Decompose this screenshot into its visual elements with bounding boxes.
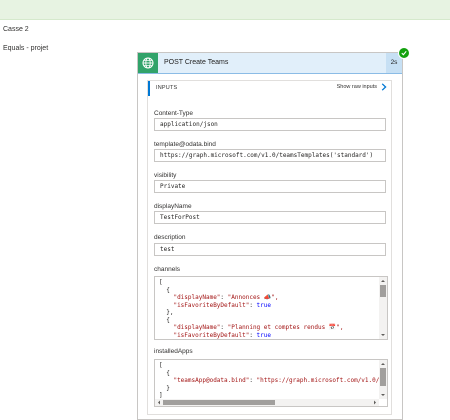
action-title: POST Create Teams — [164, 59, 229, 66]
visibility-field[interactable]: Private — [154, 180, 386, 193]
channels-json-field[interactable]: [ { "displayName": "Annonces 📣", "isFavo… — [154, 276, 388, 340]
json-line: }, — [159, 309, 174, 316]
case-label: Casse 2 — [3, 26, 29, 33]
template-odata-bind-label: template@odata.bind — [154, 141, 216, 148]
channels-label: channels — [154, 266, 181, 273]
scroll-up-arrow-icon[interactable] — [380, 361, 386, 367]
display-name-field[interactable]: TestForPost — [154, 211, 386, 224]
installed-apps-label: installedApps — [154, 348, 193, 355]
scroll-left-arrow-icon[interactable] — [156, 400, 162, 405]
installed-apps-json-field[interactable]: [ { "teamsApp@odata.bind": "https://grap… — [154, 359, 388, 407]
parent-scope-header[interactable] — [0, 0, 450, 20]
template-odata-bind-field[interactable]: https://graph.microsoft.com/v1.0/teamsTe… — [154, 149, 386, 162]
visibility-label: visibility — [154, 172, 177, 179]
scroll-down-arrow-icon[interactable] — [380, 332, 386, 338]
installed-apps-hscroll-thumb[interactable] — [163, 400, 275, 405]
scroll-right-arrow-icon[interactable] — [372, 400, 378, 405]
json-line: "teamsApp@odata.bind": "https://graph.mi… — [173, 377, 388, 384]
channels-scroll-thumb[interactable] — [380, 285, 386, 297]
scope-divider — [0, 19, 450, 20]
json-line: "displayName": "Planning et comptes rend… — [173, 324, 344, 331]
inputs-title: INPUTS — [156, 85, 178, 91]
json-line: "isFavoriteByDefault": true — [173, 301, 271, 309]
globe-icon — [142, 57, 154, 69]
content-type-label: Content-Type — [154, 110, 194, 117]
chevron-right-icon — [381, 83, 387, 91]
json-line: { — [159, 369, 170, 377]
json-line: [ — [159, 279, 163, 286]
action-header[interactable]: POST Create Teams 2s — [138, 53, 402, 74]
json-line: "displayName": "Annonces 📣", — [173, 294, 279, 301]
success-check-icon — [398, 47, 410, 59]
description-label: description — [154, 234, 186, 241]
condition-label: Equals - projet — [3, 45, 49, 52]
http-action-icon-box — [138, 53, 158, 73]
channels-vertical-scrollbar[interactable] — [379, 277, 387, 339]
scroll-up-arrow-icon[interactable] — [380, 278, 386, 284]
scroll-down-arrow-icon[interactable] — [380, 392, 386, 398]
installed-apps-horizontal-scrollbar[interactable] — [155, 399, 379, 406]
installed-apps-json-content: [ { "teamsApp@odata.bind": "https://grap… — [159, 362, 388, 400]
json-line: [ — [159, 362, 163, 369]
display-name-label: displayName — [154, 203, 192, 210]
json-line: { — [159, 286, 170, 294]
json-line: "isFavoriteByDefault": true — [173, 331, 271, 339]
description-field[interactable]: test — [154, 243, 386, 256]
show-raw-inputs-label: Show raw inputs — [336, 84, 377, 90]
show-raw-inputs-link[interactable]: Show raw inputs — [337, 83, 387, 91]
content-type-field[interactable]: application/json — [154, 118, 386, 131]
channels-json-content: [ { "displayName": "Annonces 📣", "isFavo… — [159, 279, 377, 339]
installed-apps-scroll-thumb[interactable] — [380, 368, 386, 386]
json-line: { — [159, 316, 170, 324]
installed-apps-vertical-scrollbar[interactable] — [379, 360, 387, 399]
inputs-header: INPUTS Show raw inputs — [148, 81, 391, 96]
json-line: } — [159, 384, 170, 392]
